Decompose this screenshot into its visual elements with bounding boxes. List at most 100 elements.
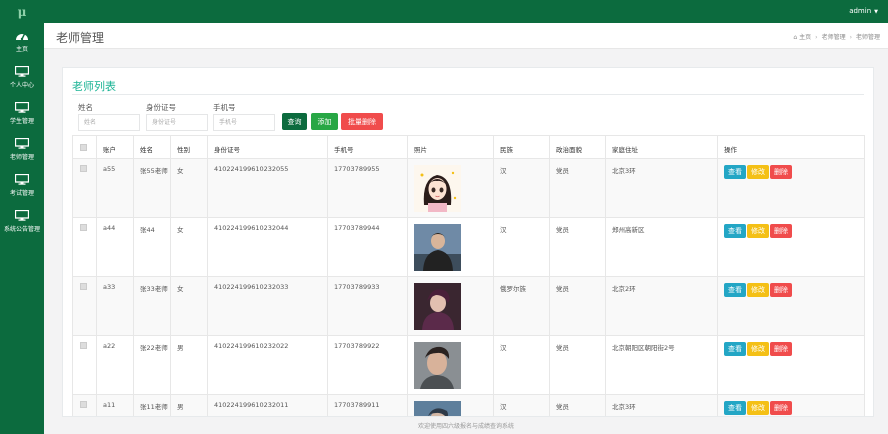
political-cell: 党员 — [549, 276, 606, 336]
account-cell: a22 — [96, 335, 134, 395]
phone-cell: 17703789933 — [327, 276, 408, 336]
address-cell: 北京3环 — [605, 158, 718, 218]
monitor-icon — [15, 137, 29, 149]
view-button[interactable]: 查看 — [724, 283, 746, 297]
monitor-icon — [15, 209, 29, 221]
delete-button[interactable]: 删除 — [770, 401, 792, 415]
card-title: 老师列表 — [72, 80, 116, 93]
delete-button[interactable]: 删除 — [770, 342, 792, 356]
row-select-cell — [72, 394, 97, 416]
address-cell: 北京2环 — [605, 276, 718, 336]
column-header: 政治面貌 — [549, 135, 606, 159]
home-icon: ⌂ — [793, 34, 798, 41]
breadcrumb-current: 老师管理 — [855, 34, 880, 41]
delete-button[interactable]: 删除 — [770, 283, 792, 297]
political-cell: 党员 — [549, 158, 606, 218]
breadcrumb-home[interactable]: 主页 — [799, 34, 811, 41]
ethnicity-cell: 俄罗尔族 — [493, 276, 550, 336]
select-all-cell — [72, 135, 97, 159]
table-row: a44 张44 女 410224199610232044 17703789944… — [72, 217, 865, 277]
photo-cell — [407, 276, 494, 336]
row-checkbox[interactable] — [80, 165, 87, 172]
idcard-cell: 410224199610232033 — [207, 276, 328, 336]
account-cell: a55 — [96, 158, 134, 218]
bulk-delete-button[interactable]: 批量删除 — [341, 113, 383, 130]
gender-cell: 女 — [170, 217, 208, 277]
table-header-row: 账户 姓名 性别 身份证号 手机号 照片 民族 政治面貌 家庭住址 操作 — [72, 135, 865, 159]
row-select-cell — [72, 217, 97, 277]
view-button[interactable]: 查看 — [724, 224, 746, 238]
page-title: 老师管理 — [56, 31, 105, 45]
name-cell: 张22老师 — [133, 335, 171, 395]
actions-cell: 查看 修改 删除 — [717, 394, 865, 416]
row-checkbox[interactable] — [80, 224, 87, 231]
row-select-cell — [72, 335, 97, 395]
teacher-list-card: 老师列表 姓名 身份证号 手机号 查询 添加 批量删除 账户 姓名 性别 身份证… — [62, 67, 874, 417]
ethnicity-cell: 汉 — [493, 394, 550, 416]
monitor-icon — [15, 65, 29, 77]
sidebar-item-announcements[interactable]: 系统公告管理 — [0, 203, 44, 239]
phone-input[interactable] — [213, 114, 275, 131]
name-cell: 张44 — [133, 217, 171, 277]
name-cell: 张55老师 — [133, 158, 171, 218]
phone-cell: 17703789955 — [327, 158, 408, 218]
delete-button[interactable]: 删除 — [770, 165, 792, 179]
edit-button[interactable]: 修改 — [747, 283, 769, 297]
name-cell: 张11老师 — [133, 394, 171, 416]
teacher-photo — [414, 224, 461, 271]
top-bar: μ admin ▼ — [0, 0, 888, 23]
table-row: a11 张11老师 男 410224199610232011 177037899… — [72, 394, 865, 416]
row-checkbox[interactable] — [80, 401, 87, 408]
gender-cell: 男 — [170, 394, 208, 416]
actions-cell: 查看 修改 删除 — [717, 217, 865, 277]
photo-cell — [407, 158, 494, 218]
delete-button[interactable]: 删除 — [770, 224, 792, 238]
edit-button[interactable]: 修改 — [747, 165, 769, 179]
query-button[interactable]: 查询 — [282, 113, 307, 130]
edit-button[interactable]: 修改 — [747, 342, 769, 356]
view-button[interactable]: 查看 — [724, 401, 746, 415]
divider — [72, 94, 864, 95]
actions-cell: 查看 修改 删除 — [717, 335, 865, 395]
sidebar-item-home[interactable]: 主页 — [0, 23, 44, 59]
edit-button[interactable]: 修改 — [747, 401, 769, 415]
idcard-cell: 410224199610232022 — [207, 335, 328, 395]
view-button[interactable]: 查看 — [724, 165, 746, 179]
sidebar-item-teachers[interactable]: 老师管理 — [0, 131, 44, 167]
select-all-checkbox[interactable] — [80, 144, 87, 151]
sidebar-item-students[interactable]: 学生管理 — [0, 95, 44, 131]
row-checkbox[interactable] — [80, 283, 87, 290]
footer-text: 欢迎使用四六级报名与成绩查询系统 — [417, 423, 514, 430]
app-logo[interactable]: μ — [0, 0, 44, 23]
gender-cell: 女 — [170, 158, 208, 218]
add-button[interactable]: 添加 — [311, 113, 338, 130]
row-select-cell — [72, 158, 97, 218]
sidebar-item-label: 老师管理 — [9, 153, 34, 161]
teacher-photo — [414, 342, 461, 389]
row-checkbox[interactable] — [80, 342, 87, 349]
user-name: admin — [849, 7, 872, 15]
sidebar-item-label: 主页 — [15, 45, 28, 53]
breadcrumb: ⌂ 主页 › 老师管理 › 老师管理 — [793, 32, 880, 41]
row-select-cell — [72, 276, 97, 336]
actions-cell: 查看 修改 删除 — [717, 276, 865, 336]
user-menu[interactable]: admin ▼ — [849, 7, 878, 15]
edit-button[interactable]: 修改 — [747, 224, 769, 238]
idcard-input[interactable] — [146, 114, 208, 131]
political-cell: 党员 — [549, 394, 606, 416]
sidebar-item-label: 系统公告管理 — [3, 225, 40, 233]
column-header: 性别 — [170, 135, 208, 159]
sidebar-item-profile[interactable]: 个人中心 — [0, 59, 44, 95]
photo-cell — [407, 217, 494, 277]
view-button[interactable]: 查看 — [724, 342, 746, 356]
sidebar-item-exams[interactable]: 考试管理 — [0, 167, 44, 203]
caret-down-icon: ▼ — [874, 9, 878, 15]
idcard-cell: 410224199610232044 — [207, 217, 328, 277]
chevron-right-icon: › — [815, 34, 818, 41]
name-input[interactable] — [78, 114, 140, 131]
phone-cell: 17703789922 — [327, 335, 408, 395]
column-header: 手机号 — [327, 135, 408, 159]
ethnicity-cell: 汉 — [493, 158, 550, 218]
name-filter-label: 姓名 — [78, 103, 93, 112]
breadcrumb-section[interactable]: 老师管理 — [822, 34, 846, 41]
